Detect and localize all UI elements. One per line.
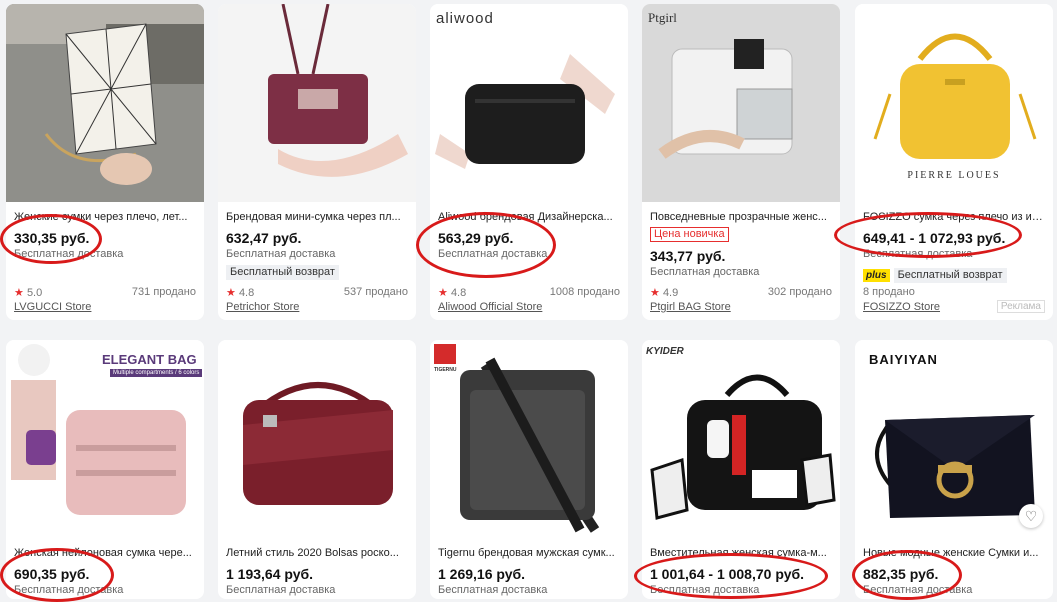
shipping-label: Бесплатная доставка: [650, 584, 760, 596]
star-icon: ★: [14, 287, 24, 299]
free-return-badge: Бесплатный возврат: [893, 268, 1007, 283]
product-title[interactable]: Женская нейлоновая сумка чере...: [14, 546, 196, 560]
product-title[interactable]: Tigernu брендовая мужская сумк...: [438, 546, 620, 560]
product-price: 1 001,64 - 1 008,70 руб.: [650, 566, 805, 582]
shipping-label: Бесплатная доставка: [863, 248, 973, 260]
product-price: 343,77 руб.: [650, 248, 726, 264]
brand-logo: TIGERNU: [434, 367, 457, 373]
rating-value: 4.8: [450, 287, 467, 299]
product-title[interactable]: Брендовая мини-сумка через пл...: [226, 210, 408, 224]
product-card[interactable]: PIERRE LOUES FOSIZZO сумка через плечо и…: [855, 4, 1053, 320]
star-icon: ★: [650, 287, 660, 299]
rating-row: ★ 5.0 731 продано: [14, 286, 196, 299]
free-return-badge: Бесплатный возврат: [226, 265, 339, 280]
sold-count: 302 продано: [767, 286, 832, 298]
product-card[interactable]: BAIYIYAN ♡ Новые модные женские Сумки и.…: [855, 340, 1053, 599]
novice-price-badge: Цена новичка: [650, 227, 729, 242]
store-link[interactable]: Ptgirl BAG Store: [650, 301, 731, 313]
brand-logo: KYIDER: [646, 346, 684, 357]
shipping-label: Бесплатная доставка: [14, 248, 124, 260]
star-icon: ★: [438, 287, 448, 299]
product-price: 882,35 руб.: [863, 566, 939, 582]
product-card[interactable]: aliwood Aliwood брендовая Дизайнерска...…: [430, 4, 628, 320]
store-link[interactable]: Petrichor Store: [226, 301, 299, 313]
shipping-label: Бесплатная доставка: [650, 266, 760, 278]
rating-value: 4.8: [238, 287, 255, 299]
shipping-label: Бесплатная доставка: [863, 584, 973, 596]
product-title[interactable]: FOSIZZO сумка через плечо из ис...: [863, 210, 1045, 224]
product-image[interactable]: PIERRE LOUES: [855, 4, 1053, 202]
product-image[interactable]: KYIDER: [642, 340, 840, 538]
product-price: 1 269,16 руб.: [438, 566, 526, 582]
sold-count: 731 продано: [131, 286, 196, 298]
brand-logo: aliwood: [436, 10, 494, 27]
plus-badge: plus: [863, 269, 890, 282]
rating-row: 8 продано: [863, 286, 1045, 298]
product-card[interactable]: KYIDER Вместительная женская сумка-м... …: [642, 340, 840, 599]
product-image[interactable]: aliwood: [430, 4, 628, 202]
product-price: 690,35 руб.: [14, 566, 90, 582]
brand-logo: ELEGANT BAG: [102, 352, 197, 367]
sold-count: 537 продано: [343, 286, 408, 298]
shipping-label: Бесплатная доставка: [14, 584, 124, 596]
product-image[interactable]: TIGERNU: [430, 340, 628, 538]
rating-row: ★ 4.8 537 продано: [226, 286, 408, 299]
brand-logo: PIERRE LOUES: [907, 170, 1001, 181]
rating-row: ★ 4.9 302 продано: [650, 286, 832, 299]
store-link[interactable]: LVGUCCI Store: [14, 301, 91, 313]
product-title[interactable]: Вместительная женская сумка-м...: [650, 546, 832, 560]
product-title[interactable]: Aliwood брендовая Дизайнерска...: [438, 210, 620, 224]
rating-value: 4.9: [662, 287, 679, 299]
product-card[interactable]: TIGERNU Tigernu брендовая мужская сумк..…: [430, 340, 628, 599]
brand-tagline: Multiple compartments / 6 colors: [110, 369, 203, 377]
product-image[interactable]: Ptgirl: [642, 4, 840, 202]
sold-count: 1008 продано: [549, 286, 620, 298]
product-card[interactable]: ELEGANT BAG Multiple compartments / 6 co…: [6, 340, 204, 599]
wishlist-heart-icon[interactable]: ♡: [1019, 504, 1043, 528]
product-image[interactable]: ELEGANT BAG Multiple compartments / 6 co…: [6, 340, 204, 538]
rating-value: 5.0: [26, 287, 43, 299]
product-card[interactable]: Летний стиль 2020 Bolsas роско... 1 193,…: [218, 340, 416, 599]
product-card[interactable]: Ptgirl Повседневные прозрачные женс... Ц…: [642, 4, 840, 320]
rating-row: ★ 4.8 1008 продано: [438, 286, 620, 299]
product-title[interactable]: Летний стиль 2020 Bolsas роско...: [226, 546, 408, 560]
shipping-label: Бесплатная доставка: [226, 248, 336, 260]
product-price: 330,35 руб.: [14, 230, 90, 246]
sold-count: 8 продано: [863, 286, 915, 298]
product-image[interactable]: [6, 4, 204, 202]
product-price: 649,41 - 1 072,93 руб.: [863, 230, 1006, 246]
product-image[interactable]: [218, 4, 416, 202]
product-image[interactable]: [218, 340, 416, 538]
product-title[interactable]: Повседневные прозрачные женс...: [650, 210, 832, 224]
product-price: 632,47 руб.: [226, 230, 302, 246]
shipping-label: Бесплатная доставка: [438, 584, 548, 596]
shipping-label: Бесплатная доставка: [226, 584, 336, 596]
product-card[interactable]: Женские сумки через плечо, лет... 330,35…: [6, 4, 204, 320]
ad-label: Реклама: [996, 300, 1045, 313]
product-card[interactable]: Брендовая мини-сумка через пл... 632,47 …: [218, 4, 416, 320]
product-title[interactable]: Новые модные женские Сумки и...: [863, 546, 1045, 560]
brand-logo: Ptgirl: [648, 10, 677, 25]
product-price: 563,29 руб.: [438, 230, 514, 246]
shipping-label: Бесплатная доставка: [438, 248, 548, 260]
product-price: 1 193,64 руб.: [226, 566, 314, 582]
store-link[interactable]: FOSIZZO Store: [863, 301, 940, 313]
brand-logo: BAIYIYAN: [869, 352, 938, 367]
store-link[interactable]: Aliwood Official Store: [438, 301, 542, 313]
product-title[interactable]: Женские сумки через плечо, лет...: [14, 210, 196, 224]
star-icon: ★: [226, 287, 236, 299]
